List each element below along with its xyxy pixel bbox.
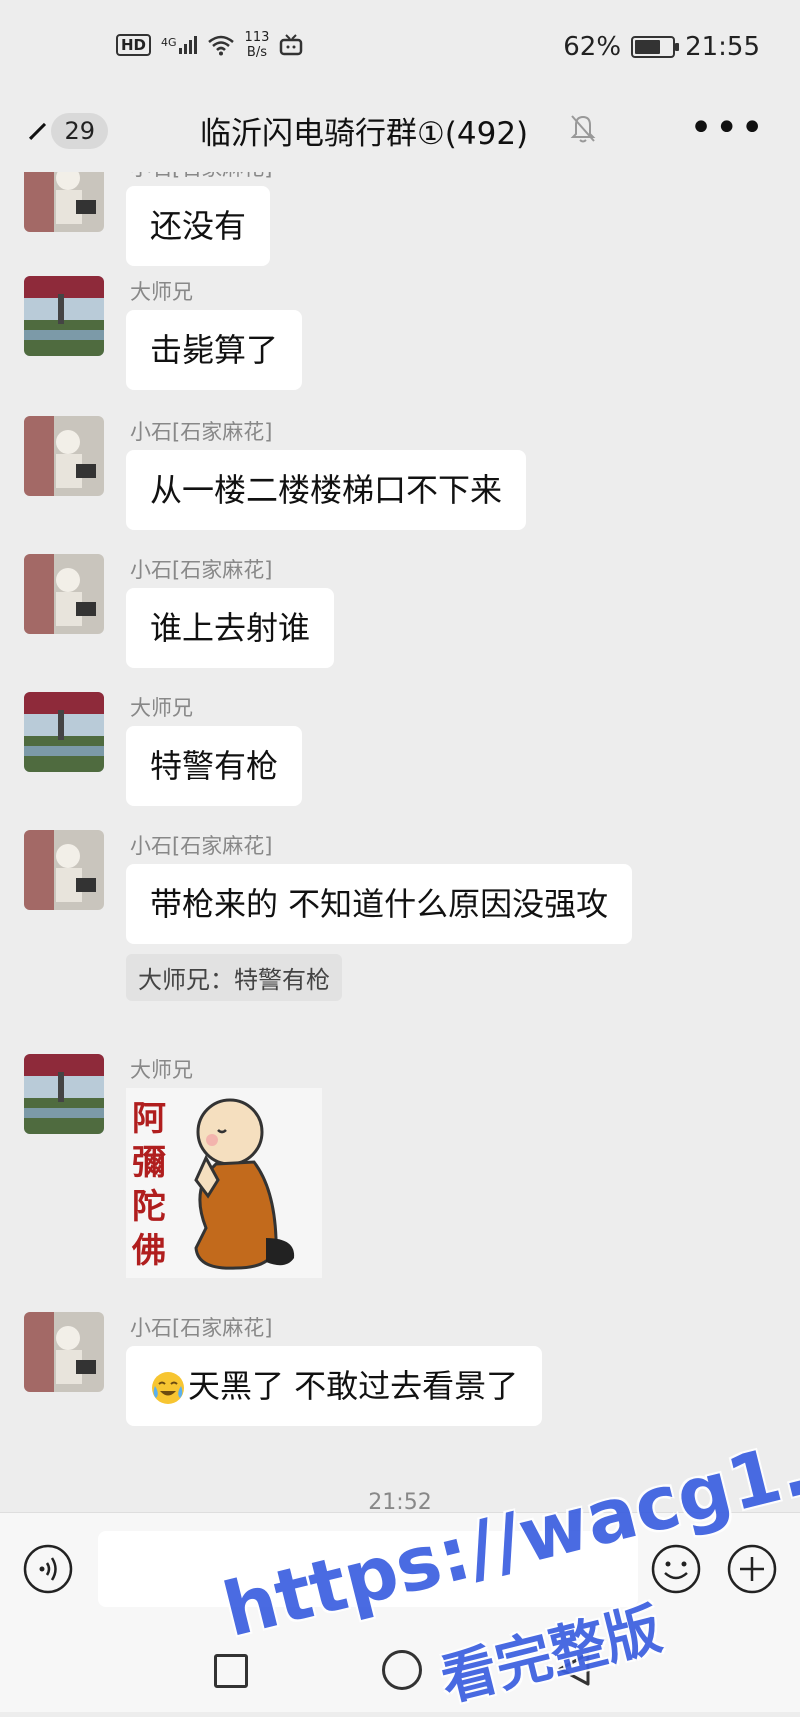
sender-name: 小石[石家麻花]: [130, 1316, 273, 1340]
message-text: 天黑了 不敢过去看景了: [188, 1367, 519, 1405]
sender-name: 大师兄: [130, 1058, 193, 1082]
chat-area[interactable]: 小石[石家麻花] 还没有 大师兄 击毙算了 小石[石家麻花] 从一楼二楼楼梯口不…: [0, 172, 800, 1512]
sender-name: 大师兄: [130, 696, 193, 720]
battery-icon: [631, 36, 680, 58]
hd-icon: HD: [116, 34, 152, 56]
message-bubble[interactable]: 天黑了 不敢过去看景了: [126, 1346, 543, 1426]
clock: 21:55: [685, 32, 760, 62]
home-button[interactable]: [382, 1650, 422, 1690]
plus-icon[interactable]: [726, 1543, 778, 1595]
status-right: 62% 21:55: [563, 32, 760, 62]
wifi-icon: [207, 35, 234, 56]
avatar-xiaoshi[interactable]: [24, 554, 104, 634]
sender-name: 大师兄: [130, 280, 193, 304]
chat-header: 29 临沂闪电骑行群①(492) •••: [0, 92, 800, 172]
sticker-monk-praying[interactable]: 阿 彌 陀 佛: [126, 1088, 322, 1278]
svg-text:阿: 阿: [132, 1099, 166, 1139]
avatar-dashixiong[interactable]: [24, 276, 104, 356]
avatar-xiaoshi[interactable]: [24, 172, 104, 232]
status-left: HD 4G 113 B/s: [116, 30, 303, 60]
speed-value: 113: [244, 30, 270, 45]
recents-button[interactable]: [214, 1654, 248, 1688]
avatar-dashixiong[interactable]: [24, 692, 104, 772]
chevron-left-icon: [29, 122, 47, 140]
crying-laughing-emoji-icon: [152, 1372, 184, 1404]
sender-name: 小石[石家麻花]: [130, 558, 273, 582]
sender-name: 小石[石家麻花]: [130, 420, 273, 444]
tv-icon: [280, 34, 303, 56]
chat-title: 临沂闪电骑行群①(492): [200, 116, 529, 152]
message-bubble[interactable]: 还没有: [126, 186, 271, 266]
message-bubble[interactable]: 从一楼二楼楼梯口不下来: [126, 450, 527, 530]
battery-percent: 62%: [563, 32, 622, 62]
avatar-xiaoshi[interactable]: [24, 1312, 104, 1392]
sender-name: 小石[石家麻花]: [130, 834, 273, 858]
network-type: 4G: [161, 36, 177, 49]
message-bubble[interactable]: 特警有枪: [126, 726, 303, 806]
quoted-reply[interactable]: 大师兄：特警有枪: [126, 954, 342, 1001]
avatar-dashixiong[interactable]: [24, 1054, 104, 1134]
voice-input-icon[interactable]: [22, 1543, 74, 1595]
svg-text:佛: 佛: [131, 1231, 166, 1271]
emoji-icon[interactable]: [650, 1543, 702, 1595]
unread-badge: 29: [51, 113, 108, 149]
sender-name: 小石[石家麻花]: [130, 172, 272, 182]
mute-bell-icon: [570, 115, 596, 143]
back-button[interactable]: 29: [28, 106, 108, 156]
message-bubble[interactable]: 谁上去射谁: [126, 588, 335, 668]
message-bubble[interactable]: 击毙算了: [126, 310, 303, 390]
signal-icon: 4G: [161, 36, 197, 54]
speed-unit: B/s: [246, 45, 267, 60]
svg-text:彌: 彌: [132, 1143, 166, 1183]
avatar-xiaoshi[interactable]: [24, 416, 104, 496]
network-speed: 113 B/s: [245, 30, 270, 60]
message-bubble[interactable]: 带枪来的 不知道什么原因没强攻: [126, 864, 633, 944]
svg-text:陀: 陀: [132, 1187, 166, 1227]
more-button[interactable]: •••: [689, 108, 766, 148]
avatar-xiaoshi[interactable]: [24, 830, 104, 910]
system-nav-bar: [0, 1628, 800, 1712]
status-bar: HD 4G 113 B/s 62% 21:55: [0, 0, 800, 92]
